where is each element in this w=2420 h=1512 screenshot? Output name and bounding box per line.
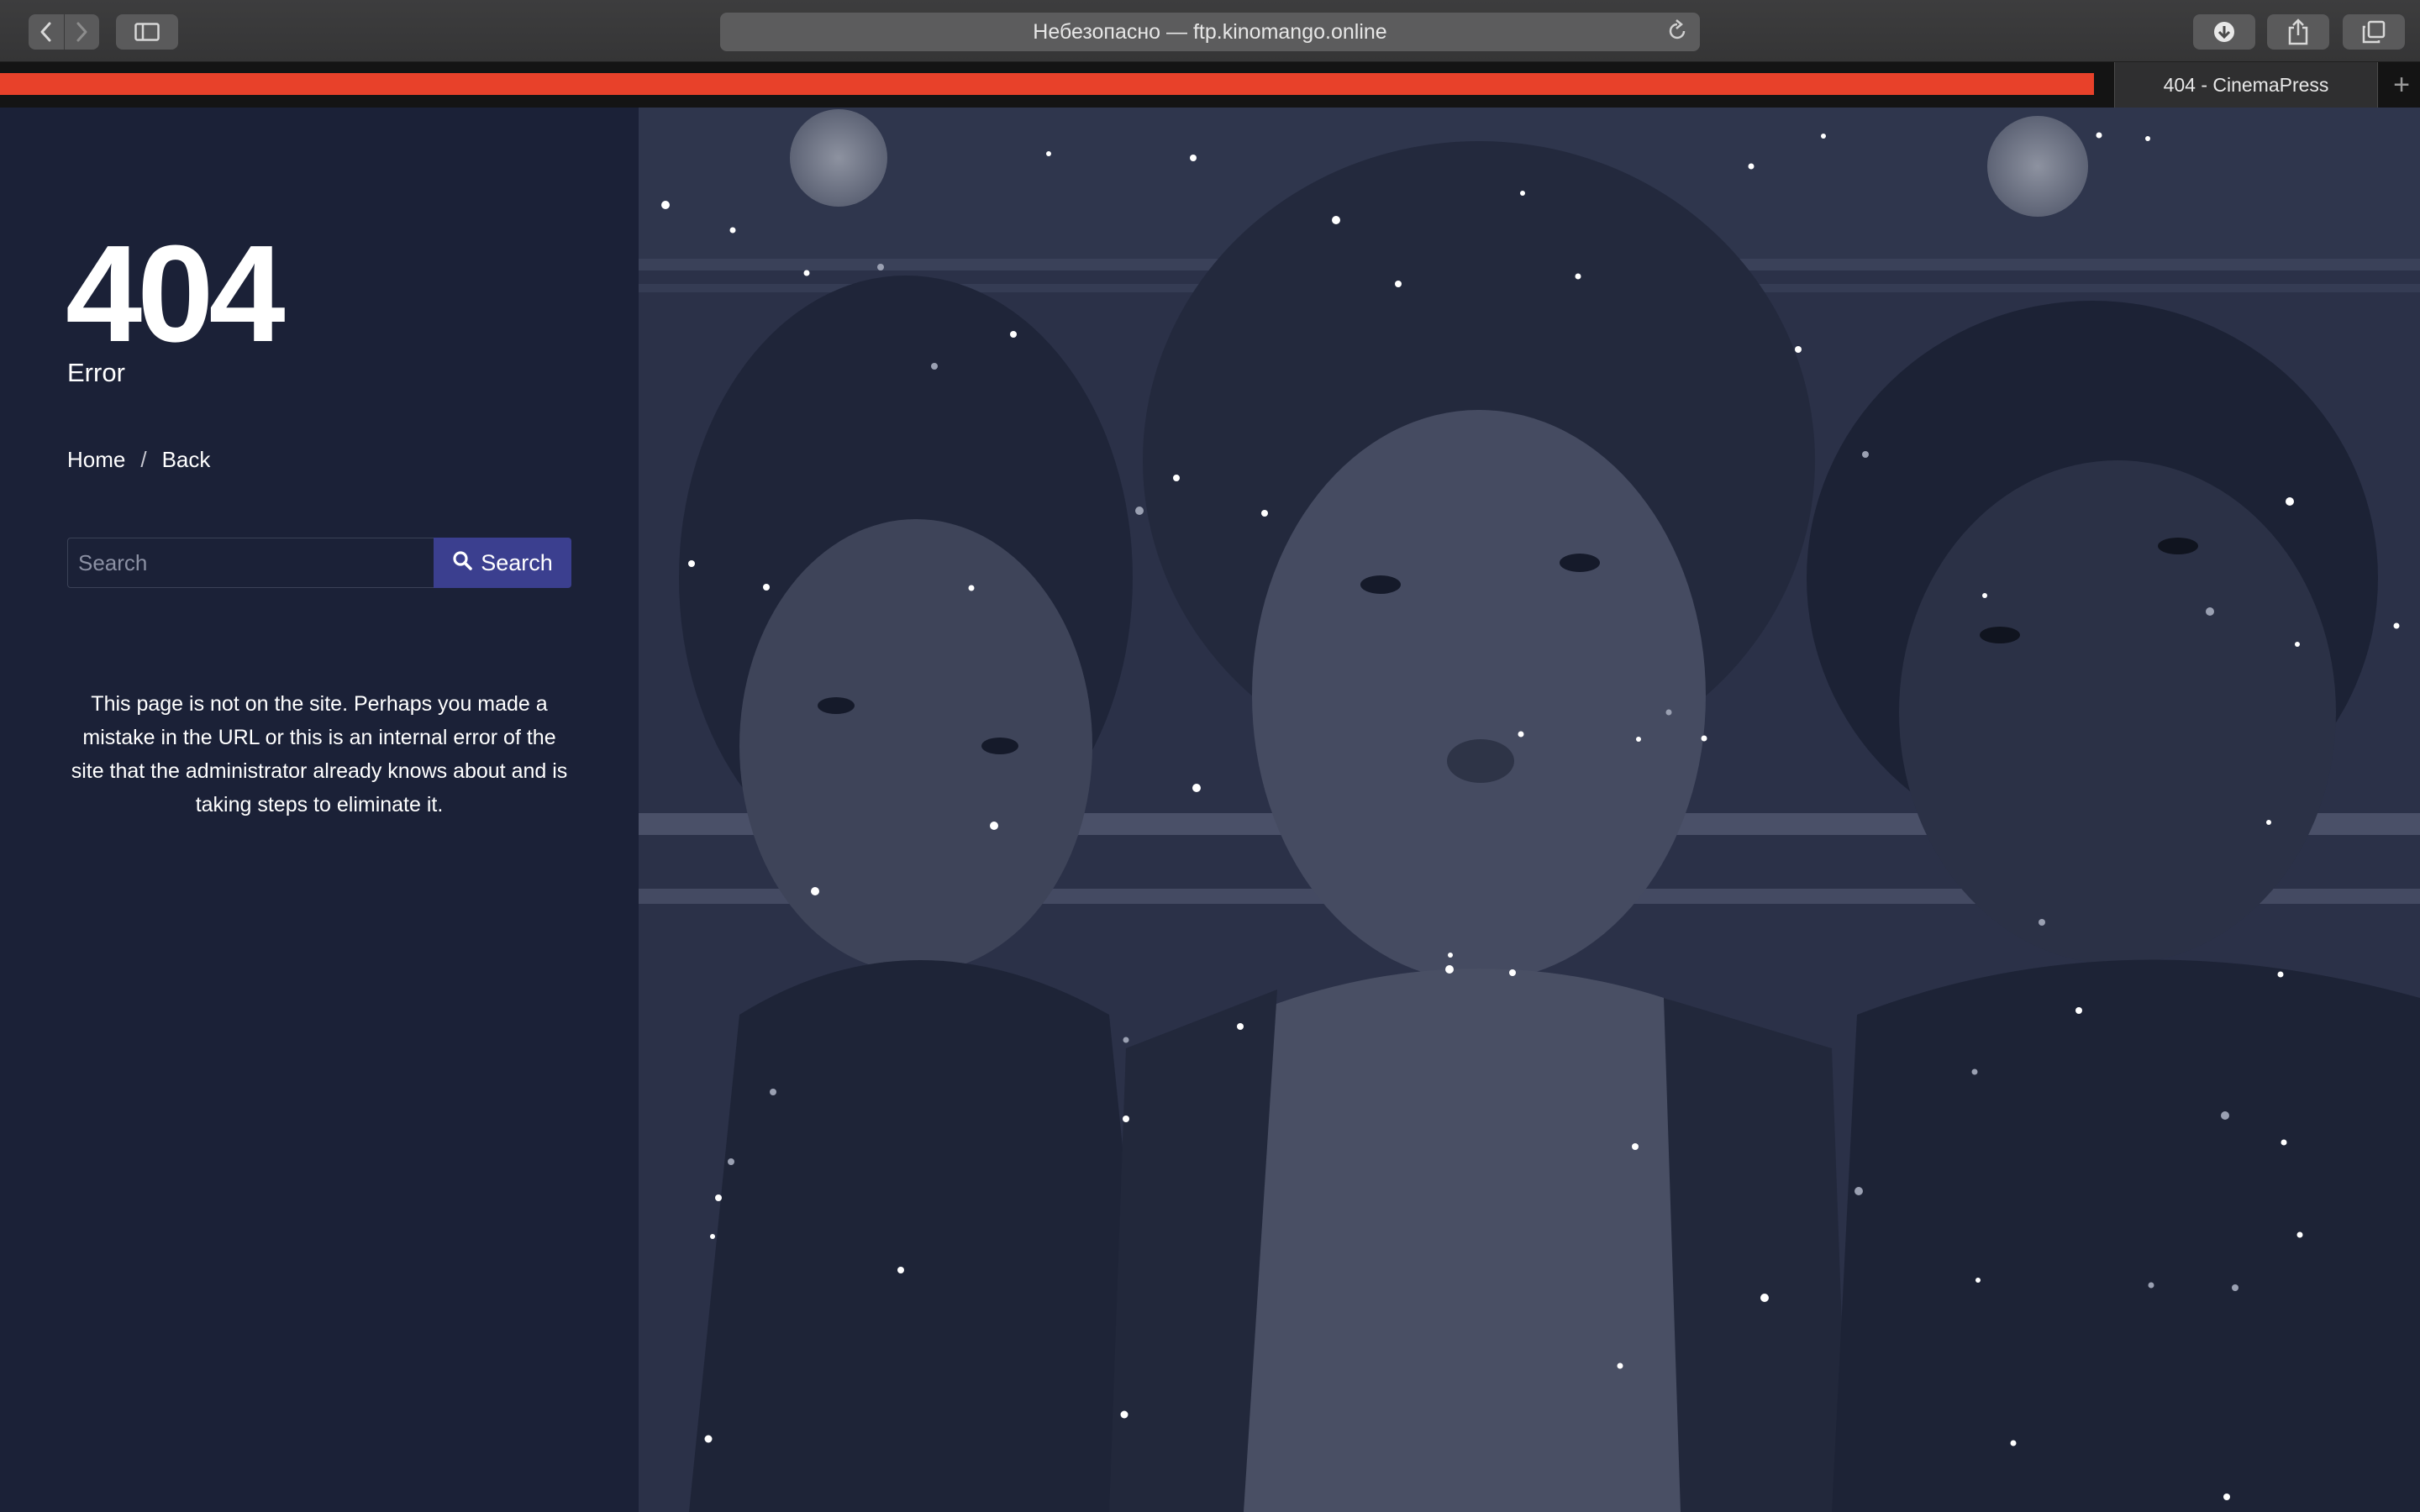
- web-page: 404 Error Home / Back Search This page i…: [0, 108, 2420, 1512]
- tab-title: 404 - CinemaPress: [2163, 73, 2329, 96]
- breadcrumb-back-link[interactable]: Back: [162, 447, 211, 473]
- hero-photo-illustration: [639, 108, 2420, 1512]
- search-form: Search: [67, 538, 571, 588]
- search-icon: [452, 550, 473, 576]
- back-icon[interactable]: [29, 14, 64, 50]
- address-text: Небезопасно — ftp.kinomango.online: [1033, 19, 1387, 44]
- breadcrumb-separator: /: [140, 447, 147, 472]
- share-icon[interactable]: [2267, 14, 2329, 50]
- tab-bar: 404 - CinemaPress +: [0, 62, 2420, 108]
- tab-active[interactable]: 404 - CinemaPress: [2114, 62, 2378, 108]
- error-label: Error: [67, 358, 125, 387]
- search-button-label: Search: [481, 549, 553, 575]
- breadcrumb-home-link[interactable]: Home: [67, 447, 125, 473]
- breadcrumb: Home / Back: [67, 447, 210, 473]
- tabs-icon[interactable]: [2343, 14, 2405, 50]
- nav-buttons: [29, 14, 99, 50]
- forward-icon[interactable]: [63, 14, 100, 50]
- search-button[interactable]: Search: [434, 538, 571, 588]
- error-code: 404: [66, 217, 286, 370]
- reload-icon[interactable]: [1666, 19, 1688, 49]
- download-icon[interactable]: [2193, 14, 2255, 50]
- hero-background-image: [639, 108, 2420, 1512]
- error-panel: 404 Error Home / Back Search This page i…: [0, 108, 639, 1512]
- page-load-progress-bar: [0, 73, 2094, 95]
- sidebar-icon[interactable]: [116, 14, 178, 50]
- browser-toolbar: Небезопасно — ftp.kinomango.online: [0, 0, 2420, 62]
- search-input[interactable]: [67, 538, 434, 588]
- new-tab-icon[interactable]: +: [2383, 62, 2420, 108]
- address-bar[interactable]: Небезопасно — ftp.kinomango.online: [720, 13, 1700, 51]
- error-message: This page is not on the site. Perhaps yo…: [71, 692, 568, 816]
